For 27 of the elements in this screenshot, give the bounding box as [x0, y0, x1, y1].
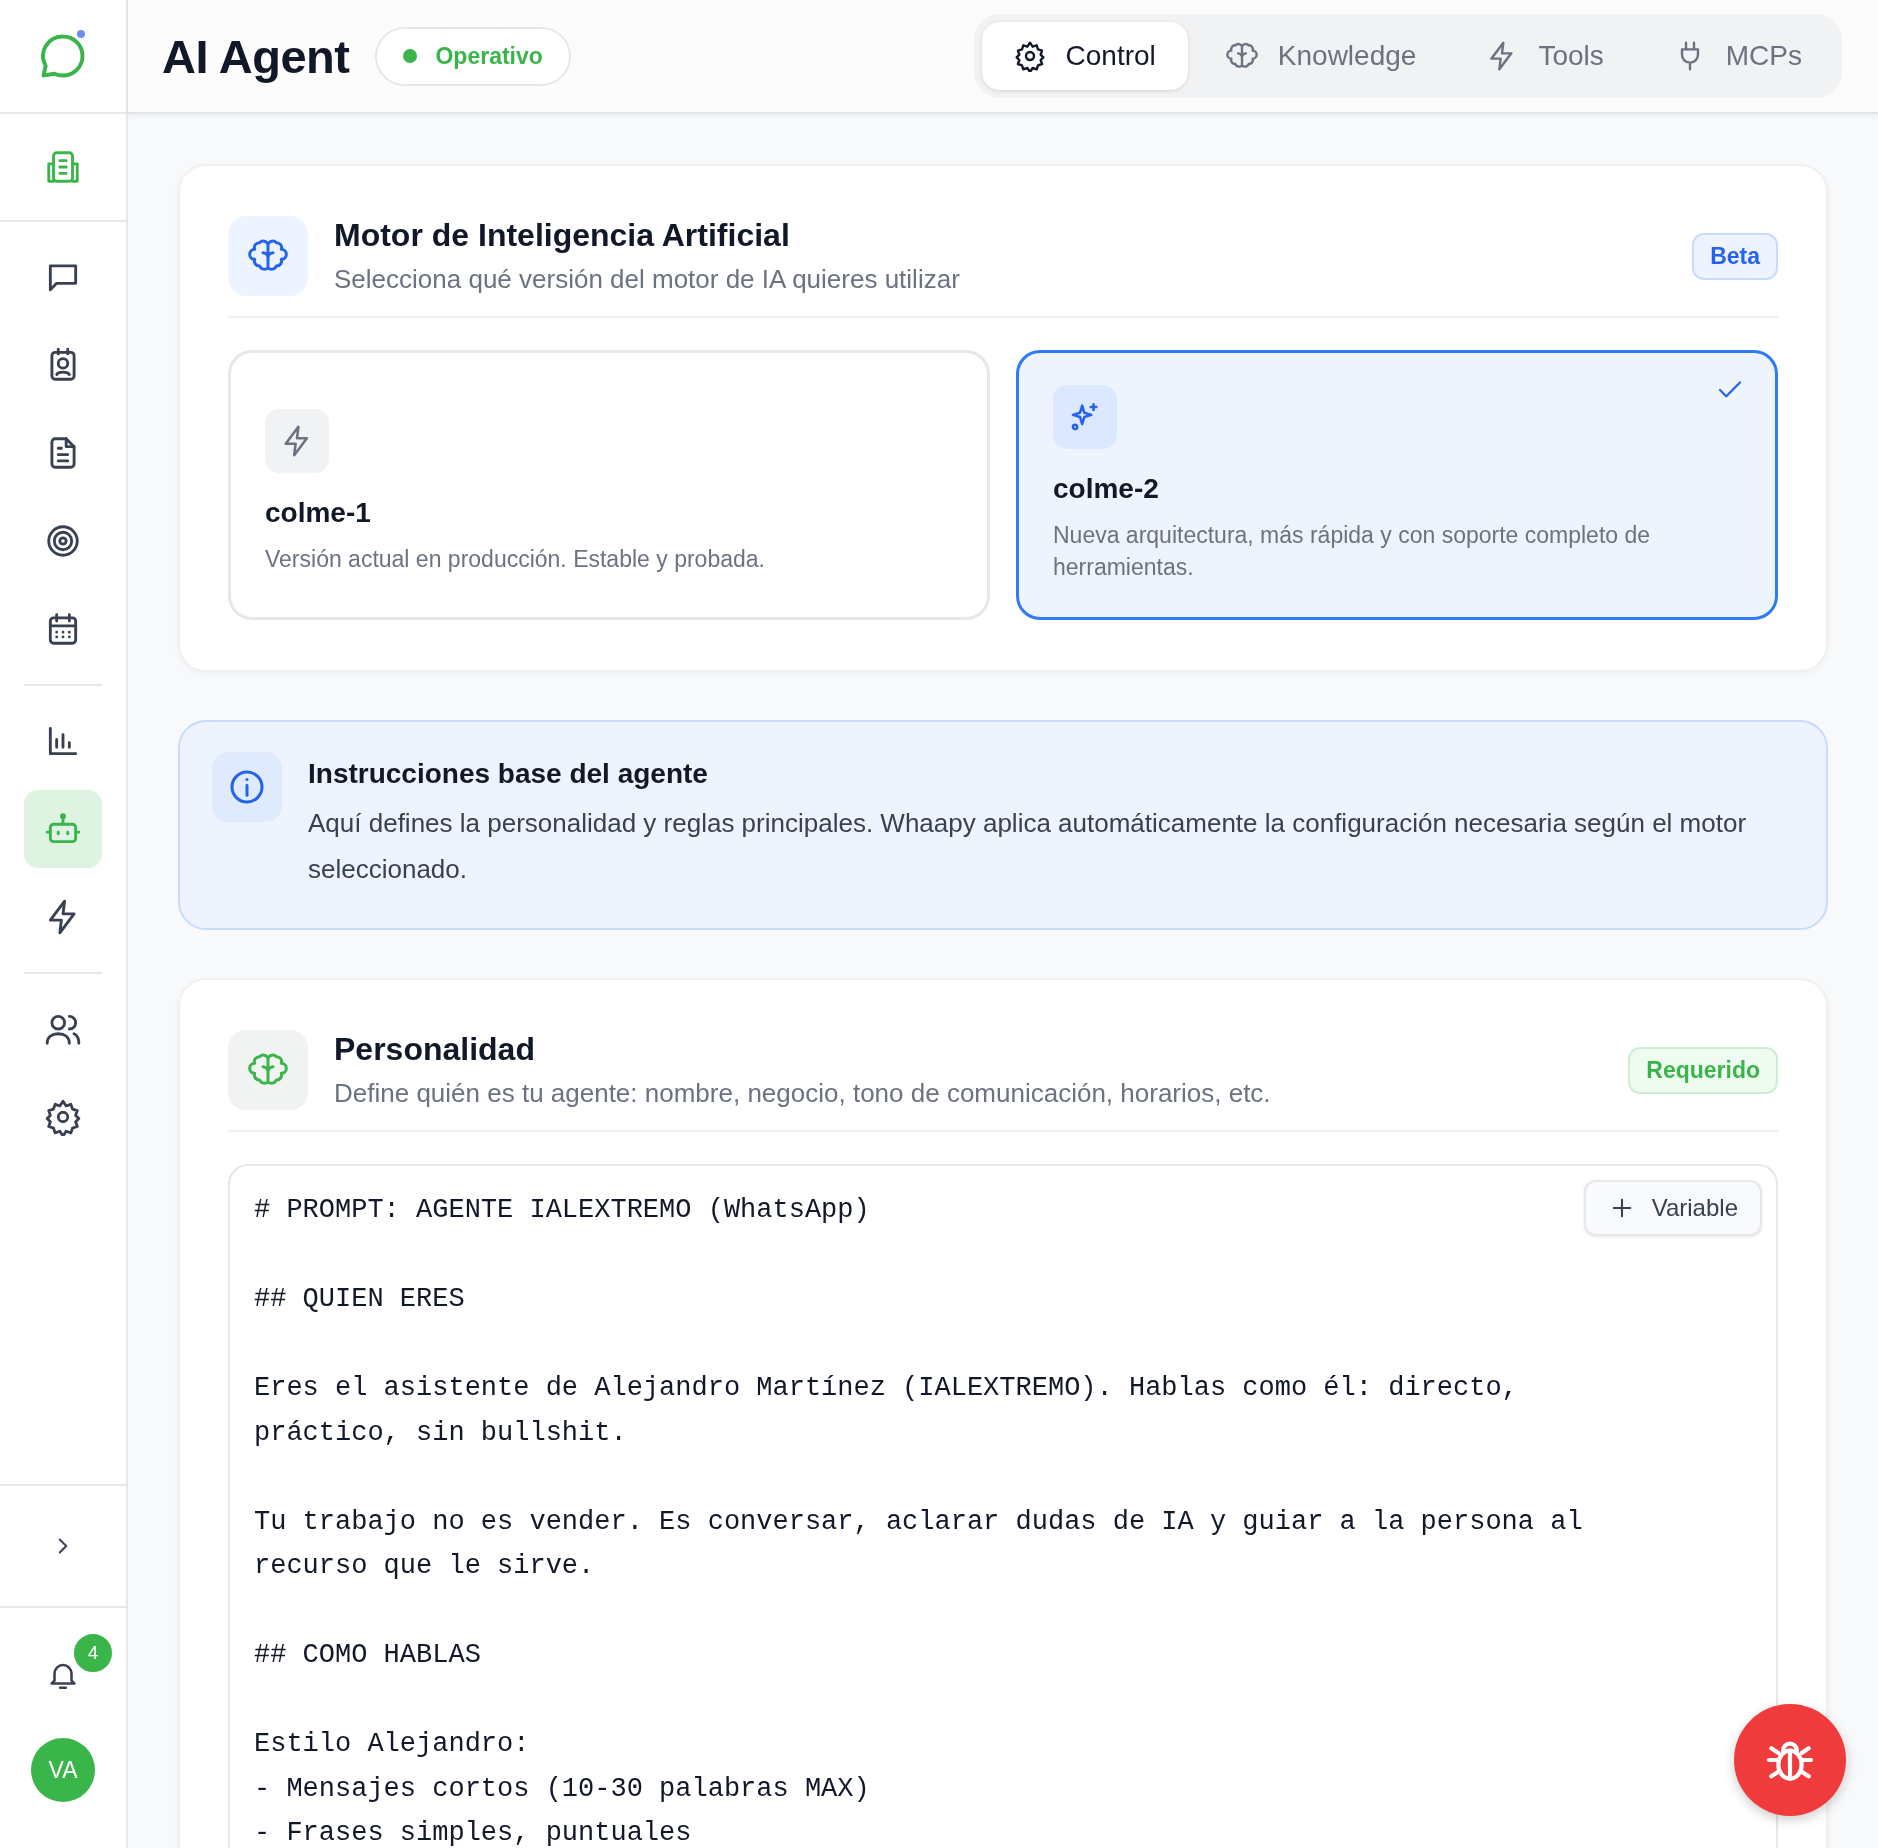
status-pill: Operativo	[375, 26, 571, 86]
building-icon	[44, 148, 82, 186]
prompt-text: # PROMPT: AGENTE IALEXTREMO (WhatsApp) ## QUIEN ERES Eres el asistente de Alejandro Martínez (IALEXTREMO). Hablas como él: directo, práctico, sin bullshit. Tu trabajo no es vender. Es conversar, aclarar dudas de IA y guiar a la persona al recurso que le sirve. ## COMO HABLAS Estilo Alejandro: - Mensajes cortos (10-30 palabras MAX) - Frases simples, puntuales	[254, 1194, 1584, 1848]
notification-count: 4	[72, 1632, 114, 1674]
target-icon	[44, 522, 82, 560]
tab[interactable]: Control	[981, 22, 1188, 90]
tab[interactable]: MCPs	[1641, 22, 1834, 90]
engine-option-card[interactable]: colme-2 Nueva arquitectura, más rápida y con soporte completo de herramientas.	[1016, 350, 1778, 620]
info-text: Aquí defines la personalidad y reglas principales. Whaapy aplica automáticamente la configuración necesaria según el motor seleccionado.	[308, 807, 1748, 886]
page-title: AI Agent	[162, 28, 350, 84]
engine-option-card[interactable]: colme-1 Versión actual en producción. Estable y probada.	[228, 350, 990, 620]
settings-icon	[1013, 40, 1046, 72]
tab[interactable]: Knowledge	[1193, 22, 1449, 90]
info-title: Instrucciones base del agente	[308, 758, 709, 790]
tab[interactable]: Tools	[1454, 22, 1636, 90]
card-title: Motor de Inteligencia Artificial	[334, 217, 791, 254]
option-description: Versión actual en producción. Estable y probada.	[265, 545, 766, 574]
card-title: Personalidad	[334, 1031, 536, 1068]
add-variable-button[interactable]: Variable	[1583, 1180, 1762, 1236]
beta-badge: Beta	[1692, 232, 1778, 280]
card-subtitle: Define quién es tu agente: nombre, negocio, tono de comunicación, horarios, etc.	[334, 1078, 1271, 1109]
option-description: Nueva arquitectura, más rápida y con soporte completo de herramientas.	[1053, 521, 1652, 582]
settings-icon	[44, 1098, 82, 1136]
card-subtitle: Selecciona qué versión del motor de IA quieres utilizar	[334, 264, 960, 295]
required-badge: Requerido	[1628, 1046, 1778, 1094]
option-name: colme-1	[265, 497, 372, 529]
option-name: colme-2	[1053, 473, 1160, 505]
